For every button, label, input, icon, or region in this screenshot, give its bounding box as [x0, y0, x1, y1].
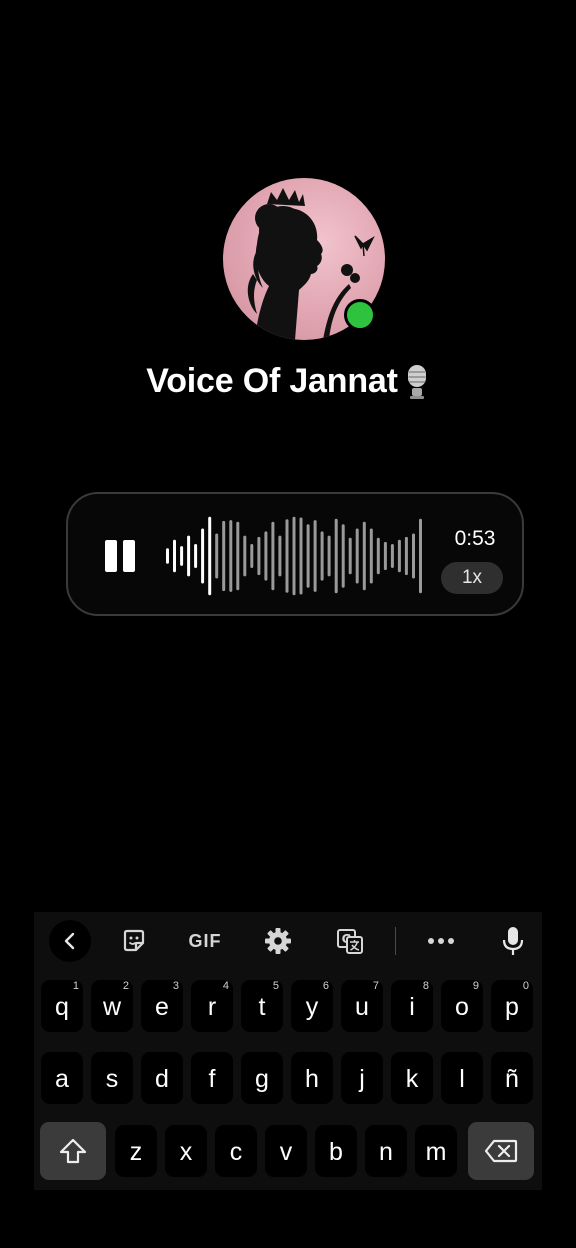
key-y[interactable]: 6y	[291, 980, 333, 1032]
key-h[interactable]: h	[291, 1052, 333, 1104]
voice-message-card: 0:53 1x	[66, 492, 524, 616]
pause-icon-bar-right	[123, 540, 135, 572]
shift-icon	[59, 1138, 87, 1164]
key-w[interactable]: 2w	[91, 980, 133, 1032]
key-z[interactable]: z	[115, 1125, 157, 1177]
key-p[interactable]: 0p	[491, 980, 533, 1032]
key-e[interactable]: 3e	[141, 980, 183, 1032]
key-k[interactable]: k	[391, 1052, 433, 1104]
gear-icon[interactable]	[257, 920, 299, 962]
keyboard-toolbar: GIF G	[34, 912, 542, 970]
key-q[interactable]: 1q	[41, 980, 83, 1032]
key-g[interactable]: g	[241, 1052, 283, 1104]
key-i[interactable]: 8i	[391, 980, 433, 1032]
key-n-tilde[interactable]: ñ	[491, 1052, 533, 1104]
key-j[interactable]: j	[341, 1052, 383, 1104]
key-f[interactable]: f	[191, 1052, 233, 1104]
key-u[interactable]: 7u	[341, 980, 383, 1032]
key-l[interactable]: l	[441, 1052, 483, 1104]
pause-icon-bar-left	[105, 540, 117, 572]
profile-name: Voice Of Jannat	[146, 362, 398, 400]
key-o[interactable]: 9o	[441, 980, 483, 1032]
key-t[interactable]: 5t	[241, 980, 283, 1032]
key-x[interactable]: x	[165, 1125, 207, 1177]
translate-icon[interactable]: G	[329, 920, 371, 962]
key-d[interactable]: d	[141, 1052, 183, 1104]
online-status-dot	[344, 299, 376, 331]
pause-button[interactable]	[102, 538, 138, 574]
toolbar-divider	[395, 927, 396, 955]
backspace-key[interactable]	[468, 1122, 534, 1180]
keyboard: GIF G	[34, 912, 542, 1190]
key-b[interactable]: b	[315, 1125, 357, 1177]
sticker-icon[interactable]	[113, 920, 155, 962]
key-n[interactable]: n	[365, 1125, 407, 1177]
key-c[interactable]: c	[215, 1125, 257, 1177]
mic-icon[interactable]	[492, 920, 534, 962]
shift-key[interactable]	[40, 1122, 106, 1180]
profile-avatar-container[interactable]	[223, 178, 385, 340]
playback-speed-button[interactable]: 1x	[441, 562, 503, 594]
key-r[interactable]: 4r	[191, 980, 233, 1032]
more-icon[interactable]	[420, 920, 462, 962]
voice-duration: 0:53	[454, 527, 496, 550]
microphone-emoji-icon	[404, 363, 430, 401]
key-m[interactable]: m	[415, 1125, 457, 1177]
chevron-left-icon[interactable]	[49, 920, 91, 962]
gif-button[interactable]: GIF	[184, 920, 226, 962]
key-s[interactable]: s	[91, 1052, 133, 1104]
backspace-icon	[484, 1139, 518, 1163]
key-a[interactable]: a	[41, 1052, 83, 1104]
profile-title-row: Voice Of Jannat	[0, 362, 576, 401]
key-v[interactable]: v	[265, 1125, 307, 1177]
voice-waveform[interactable]	[164, 512, 424, 600]
